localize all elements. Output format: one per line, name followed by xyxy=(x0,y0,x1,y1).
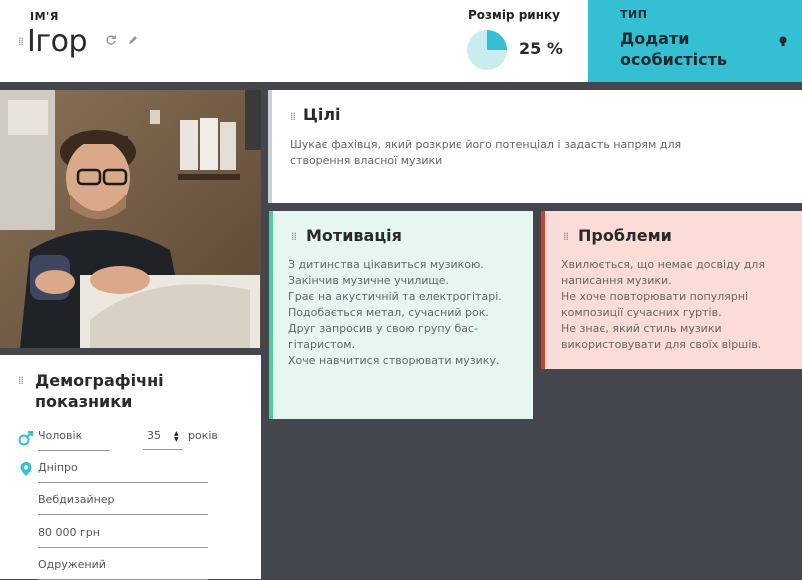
motivation-line: З дитинства цікавиться музикою. xyxy=(288,258,484,271)
market-size-label: Розмір ринку xyxy=(468,8,560,22)
problems-line: Не знає, який стиль музики xyxy=(561,322,722,335)
persona-name[interactable]: Ігор xyxy=(27,24,88,59)
problems-line: Хвилюється, що немає досвіду для xyxy=(561,258,765,271)
drag-handle-icon[interactable]: ⁞⁞ xyxy=(18,36,24,47)
drag-handle-icon[interactable]: ⁞⁞ xyxy=(563,231,569,242)
problems-card: ⁞⁞ Проблеми Хвилюється, що немає досвіду… xyxy=(541,211,802,369)
marital-status-field[interactable]: Одружений xyxy=(38,557,208,580)
motivation-line: Друг запросив у свою групу бас- xyxy=(288,322,479,335)
demographics-title: Демографічні показники xyxy=(35,371,164,411)
market-size-value: 25 % xyxy=(519,39,563,58)
persona-photo[interactable] xyxy=(0,90,261,348)
pie-slice xyxy=(487,30,507,50)
motivation-line: гітаристом. xyxy=(288,338,356,351)
goals-line: створення власної музики xyxy=(290,154,443,167)
problems-line: Не хоче повторювати популярні xyxy=(561,290,749,303)
goals-title: Цілі xyxy=(303,105,341,124)
add-personality-button[interactable]: Додати особистість xyxy=(620,28,770,70)
goals-card: ⁞⁞ Цілі Шукає фахівця, який розкриє його… xyxy=(268,90,802,203)
motivation-title: Мотивація xyxy=(306,226,402,245)
motivation-card: ⁞⁞ Мотивація З дитинства цікавиться музи… xyxy=(269,211,533,419)
goals-text[interactable]: Шукає фахівця, який розкриє його потенці… xyxy=(290,137,681,169)
gender-field[interactable]: Чоловік xyxy=(38,428,110,451)
city-field[interactable]: Дніпро xyxy=(38,460,208,483)
name-row: ⁞⁞ Ігор xyxy=(18,24,138,59)
drag-handle-icon[interactable]: ⁞⁞ xyxy=(291,231,297,242)
type-panel[interactable]: ТИП Додати особистість xyxy=(588,0,802,82)
age-stepper[interactable]: ▲ ▼ xyxy=(174,431,179,443)
problems-text[interactable]: Хвилюється, що немає досвіду для написан… xyxy=(561,257,765,353)
occupation-field[interactable]: Вебдизайнер xyxy=(38,492,208,515)
goals-line: Шукає фахівця, який розкриє його потенці… xyxy=(290,138,682,151)
refresh-icon[interactable] xyxy=(105,34,117,49)
problems-line: написання музики. xyxy=(561,274,672,287)
male-symbol-icon[interactable] xyxy=(18,430,34,446)
type-label: ТИП xyxy=(620,8,648,21)
motivation-line: Закінчив музичне училище. xyxy=(288,274,450,287)
drag-handle-icon[interactable]: ⁞⁞ xyxy=(18,375,24,386)
income-field[interactable]: 80 000 грн xyxy=(38,525,208,548)
pencil-icon[interactable] xyxy=(127,35,138,49)
market-size-pie xyxy=(467,30,507,70)
motivation-text[interactable]: З дитинства цікавиться музикою. Закінчив… xyxy=(288,257,502,369)
problems-line: використовувати для своїх віршів. xyxy=(561,338,762,351)
motivation-line: Подобається метал, сучасний рок. xyxy=(288,306,489,319)
location-pin-icon[interactable] xyxy=(19,461,33,477)
name-label: ІМ'Я xyxy=(30,10,59,23)
problems-title: Проблеми xyxy=(578,226,672,245)
demographics-card: ⁞⁞ Демографічні показники Чоловік 35 ▲ ▼ … xyxy=(0,355,261,580)
age-suffix: років xyxy=(188,429,218,442)
problems-line: композиції сучасних гуртів. xyxy=(561,306,722,319)
photo-illustration xyxy=(0,90,261,348)
motivation-line: Грає на акустичній та електрогітарі. xyxy=(288,290,502,303)
drag-handle-icon[interactable]: ⁞⁞ xyxy=(290,111,296,122)
lightbulb-icon xyxy=(779,36,787,46)
persona-header: ІМ'Я ⁞⁞ Ігор Розмір ринку 25 % ТИП Додат… xyxy=(0,0,802,82)
motivation-line: Хоче навчитися створювати музику. xyxy=(288,354,500,367)
